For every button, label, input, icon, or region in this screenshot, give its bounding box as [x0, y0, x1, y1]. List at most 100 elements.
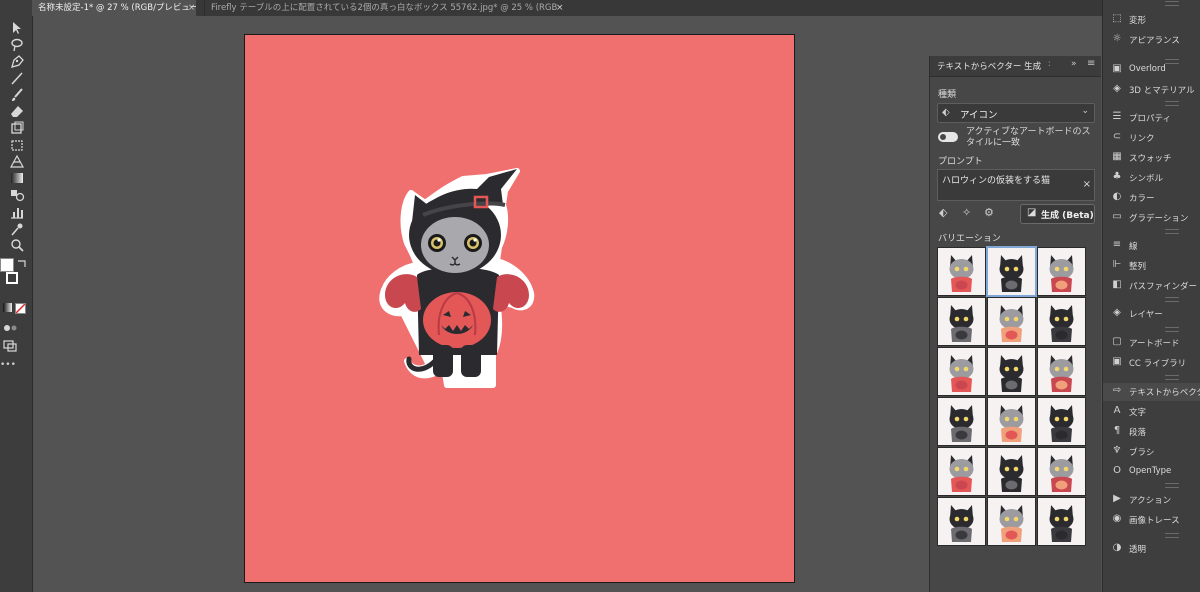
edit-toolbar-icon[interactable]: ••• [0, 360, 16, 370]
dock-item-character[interactable]: A 文字 [1103, 403, 1200, 421]
variation-thumbnail[interactable] [987, 397, 1036, 446]
dock-item-cc-libraries[interactable]: ▣ CC ライブラリ [1103, 354, 1200, 372]
paintbrush-tool-icon[interactable] [9, 88, 25, 102]
artboard[interactable] [244, 34, 795, 583]
dock-item-label: テキストからベクター 生成 [1129, 388, 1200, 398]
variation-thumbnail[interactable] [987, 447, 1036, 496]
dock-item-overlord[interactable]: ▣ Overlord [1103, 61, 1200, 79]
variation-thumbnail[interactable] [1037, 397, 1086, 446]
variation-thumbnail[interactable] [937, 247, 986, 296]
dock-item-paragraph[interactable]: ¶ 段落 [1103, 423, 1200, 441]
variation-thumbnail[interactable] [937, 497, 986, 546]
dock-item-properties[interactable]: ☰ プロパティ [1103, 109, 1200, 127]
expand-panel-icon[interactable]: » [1071, 59, 1077, 69]
gradient-tool-icon[interactable] [9, 171, 25, 185]
dock-item-color[interactable]: ◐ カラー [1103, 189, 1200, 207]
sample-prompt-icon[interactable]: ✧ [962, 206, 971, 219]
tab-close-icon[interactable]: × [556, 0, 564, 16]
properties-icon: ☰ [1112, 111, 1122, 122]
swatches-icon: ▦ [1112, 151, 1122, 162]
fill-color-swatch[interactable] [0, 258, 14, 272]
dock-group-grip[interactable] [1165, 483, 1179, 488]
dock-item-label: Overlord [1129, 64, 1166, 74]
variation-thumbnail[interactable] [937, 397, 986, 446]
blend-tool-icon[interactable] [9, 188, 25, 202]
dock-group-grip[interactable] [1165, 101, 1179, 106]
none-mode-swatch[interactable] [15, 303, 26, 314]
variation-thumbnail[interactable] [937, 297, 986, 346]
variation-thumbnail[interactable] [1037, 247, 1086, 296]
variation-thumbnail[interactable] [987, 297, 1036, 346]
variation-thumbnail[interactable] [987, 497, 1036, 546]
line-tool-icon[interactable] [9, 71, 25, 85]
sample-asset-icon[interactable]: ⬖ [939, 206, 947, 219]
prompt-textarea[interactable]: ハロウィンの仮装をする猫 × [937, 169, 1095, 201]
eyedropper-tool-icon[interactable] [9, 222, 25, 236]
perspective-grid-tool-icon[interactable] [9, 154, 25, 168]
free-transform-tool-icon[interactable] [9, 138, 25, 152]
dock-item-pathfinder[interactable]: ◧ パスファインダー [1103, 277, 1200, 295]
generate-button-label: 生成 (Beta) [1041, 211, 1094, 221]
variation-thumbnail[interactable] [937, 347, 986, 396]
variation-thumbnail[interactable] [1037, 497, 1086, 546]
tab-firefly-jpg[interactable]: Firefly テーブルの上に配置されている2個の真っ白なボックス 55762.… [204, 0, 557, 16]
dock-item-actions[interactable]: ▶ アクション [1103, 491, 1200, 509]
dock-group-grip[interactable] [1165, 375, 1179, 380]
variation-thumbnail[interactable] [937, 447, 986, 496]
pathfinder-icon: ◧ [1112, 279, 1122, 290]
variations-label: バリエーション [938, 234, 1001, 244]
dock-item-links[interactable]: ⊂ リンク [1103, 129, 1200, 147]
eraser-tool-icon[interactable] [9, 104, 25, 118]
settings-gear-icon[interactable]: ⚙ [984, 206, 994, 219]
dock-item-appearance[interactable]: ☼ アピアランス [1103, 31, 1200, 49]
dock-item-image-trace[interactable]: ◉ 画像トレース [1103, 511, 1200, 529]
dock-item-artboards[interactable]: ▢ アートボード [1103, 334, 1200, 352]
dock-group-grip[interactable] [1165, 229, 1179, 234]
tab-label: 名称未設定-1* @ 27 % (RGB/プレビュー) [38, 3, 196, 13]
variation-thumbnail[interactable] [1037, 347, 1086, 396]
direct-selection-tool-icon[interactable] [9, 21, 25, 35]
dock-item-label: ブラシ [1129, 448, 1155, 458]
dock-item-align[interactable]: ⊩ 整列 [1103, 257, 1200, 275]
dock-group-grip[interactable] [1165, 533, 1179, 538]
dock-item-gradient[interactable]: ▭ グラデーション [1103, 209, 1200, 227]
halloween-cat-artwork[interactable] [377, 165, 537, 398]
dock-group-grip[interactable] [1165, 297, 1179, 302]
tab-close-icon[interactable]: × [188, 0, 195, 16]
dock-item-transform[interactable]: ⬚ 変形 [1103, 11, 1200, 29]
generate-button[interactable]: ◪ 生成 (Beta) [1020, 204, 1095, 224]
type-dropdown[interactable]: ⬖ アイコン ⌄ [937, 103, 1095, 123]
dock-group-grip[interactable] [1165, 327, 1179, 332]
dock-item-label: シンボル [1129, 174, 1164, 184]
color-mode-swatch[interactable] [3, 303, 12, 312]
variation-thumbnail[interactable] [1037, 297, 1086, 346]
dock-item-stroke[interactable]: ≡ 線 [1103, 237, 1200, 255]
graph-tool-icon[interactable] [9, 205, 25, 219]
pen-tool-icon[interactable] [9, 54, 25, 68]
swap-colors-icon[interactable] [15, 257, 31, 271]
variation-thumbnail[interactable] [987, 247, 1036, 296]
tab-untitled-1[interactable]: 名称未設定-1* @ 27 % (RGB/プレビュー) × [32, 0, 196, 16]
screen-mode-icon[interactable] [2, 339, 18, 353]
drawing-mode-icon[interactable] [2, 321, 18, 335]
rotate-tool-icon[interactable] [9, 121, 25, 135]
dock-item-symbols[interactable]: ♣ シンボル [1103, 169, 1200, 187]
dock-item-brushes[interactable]: ♆ ブラシ [1103, 443, 1200, 461]
match-artboard-style-toggle[interactable] [938, 132, 958, 142]
variation-thumbnail[interactable] [1037, 447, 1086, 496]
zoom-tool-icon[interactable] [9, 238, 25, 252]
panel-menu-icon[interactable]: ≡ [1087, 58, 1095, 69]
variation-thumbnail[interactable] [987, 347, 1036, 396]
dock-item-layers[interactable]: ◈ レイヤー [1103, 305, 1200, 323]
dock-item-text-to-vector[interactable]: ⇨ テキストからベクター 生成 [1103, 383, 1200, 401]
dock-item-transparency[interactable]: ◑ 透明 [1103, 540, 1200, 558]
dock-group-grip[interactable] [1165, 1, 1179, 6]
lasso-tool-icon[interactable] [9, 38, 25, 52]
dock-item-3d-materials[interactable]: ◈ 3D とマテリアル [1103, 81, 1200, 99]
stroke-color-swatch[interactable] [6, 272, 18, 284]
prompt-text: ハロウィンの仮装をする猫 [942, 176, 1051, 186]
clear-prompt-icon[interactable]: × [1083, 179, 1091, 190]
dock-item-opentype[interactable]: O OpenType [1103, 463, 1200, 481]
panel-tab-overflow-icon[interactable]: : : : [1024, 59, 1054, 69]
dock-item-swatches[interactable]: ▦ スウォッチ [1103, 149, 1200, 167]
